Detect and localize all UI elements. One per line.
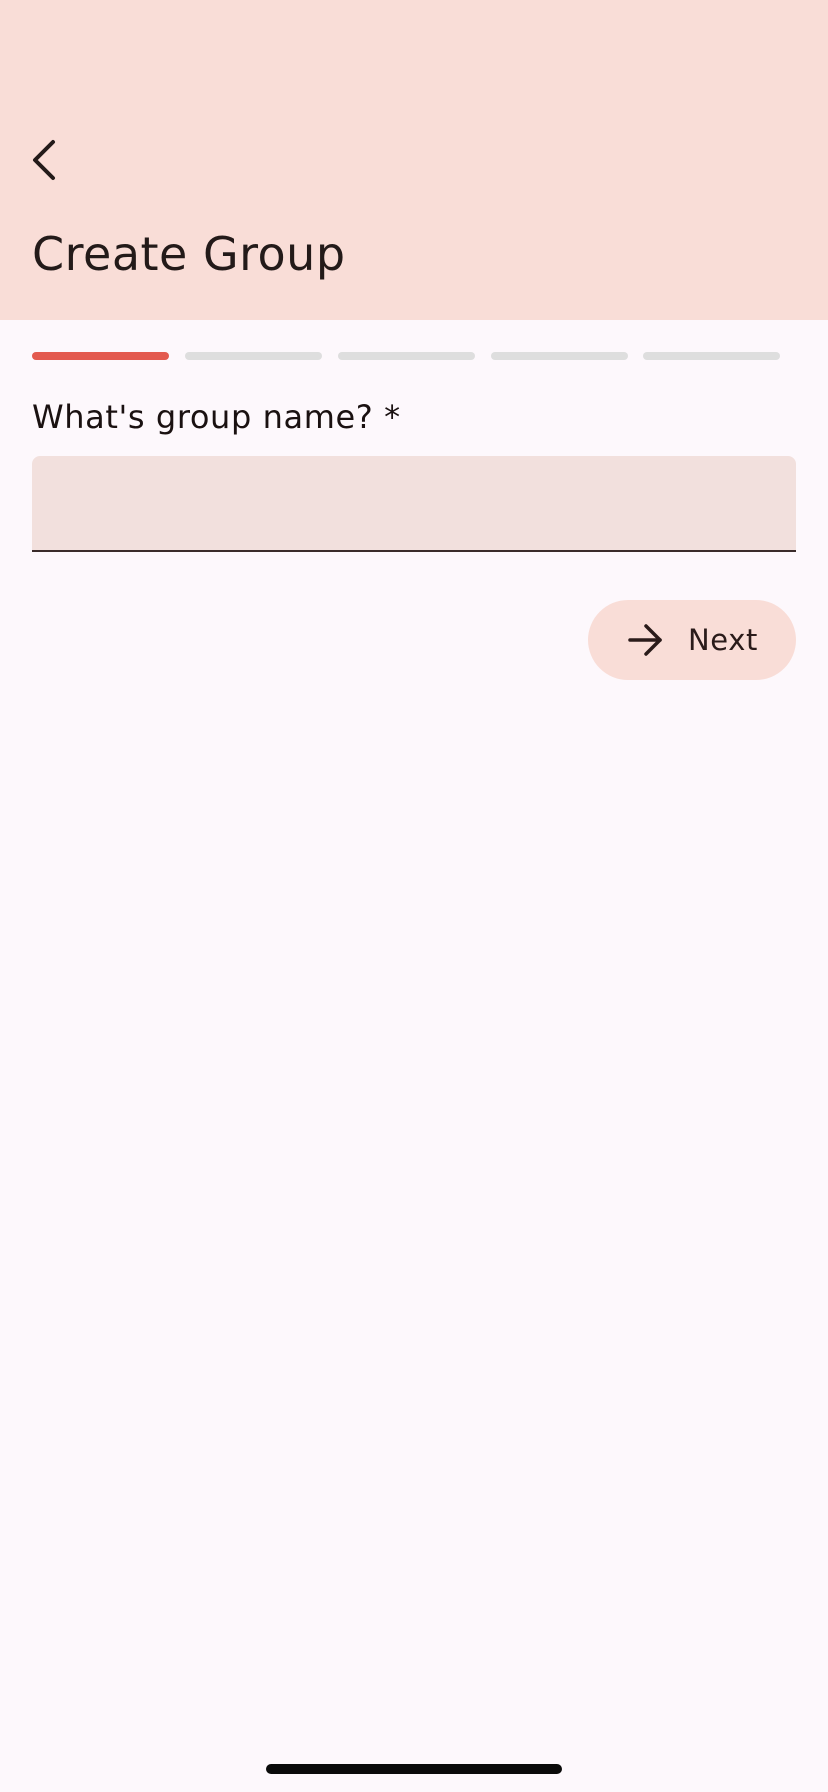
- group-name-label: What's group name? *: [32, 398, 401, 436]
- arrow-right-icon: [626, 620, 666, 660]
- app-bar: Create Group: [0, 0, 828, 320]
- back-button[interactable]: [20, 130, 68, 190]
- next-button[interactable]: Next: [588, 600, 796, 680]
- progress-step-4: [491, 352, 628, 360]
- group-name-field[interactable]: [32, 456, 796, 552]
- progress-step-2: [185, 352, 322, 360]
- group-name-input[interactable]: [32, 456, 796, 550]
- chevron-left-icon: [33, 140, 55, 180]
- progress-step-3: [338, 352, 475, 360]
- step-progress-indicator: [32, 352, 780, 360]
- page-title: Create Group: [32, 227, 346, 281]
- progress-step-1: [32, 352, 169, 360]
- progress-step-5: [643, 352, 780, 360]
- home-indicator[interactable]: [266, 1764, 562, 1774]
- next-button-label: Next: [688, 623, 758, 657]
- create-group-screen: Create Group What's group name? * Next: [0, 0, 828, 1792]
